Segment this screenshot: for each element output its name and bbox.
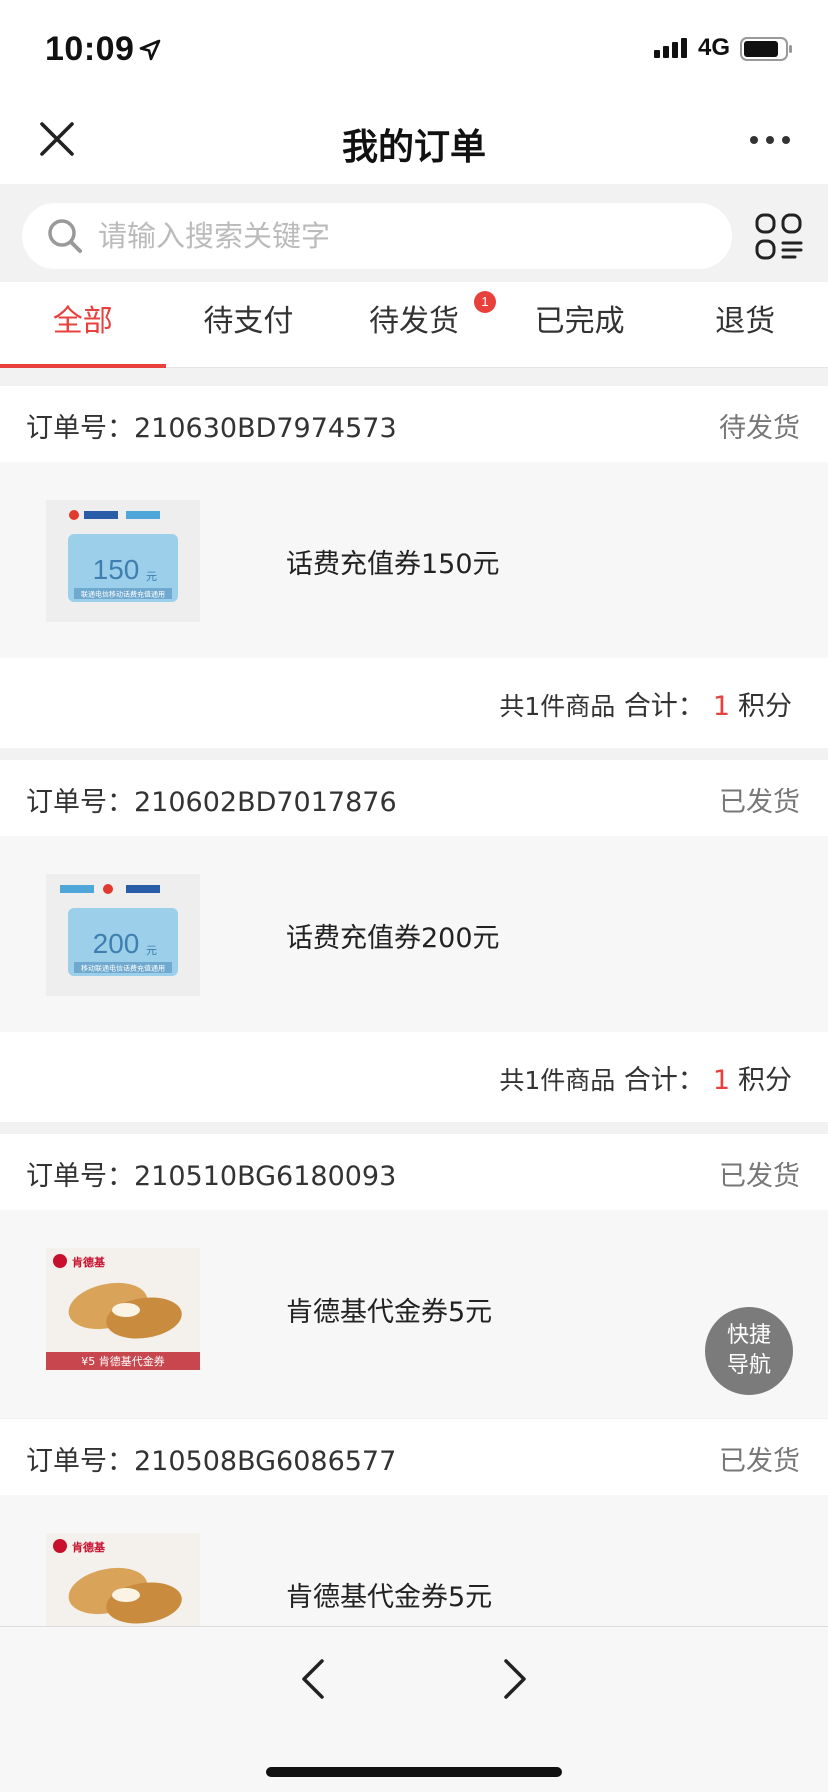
search-icon	[48, 219, 82, 253]
order-status: 已发货	[719, 1161, 800, 1192]
more-icon[interactable]	[748, 132, 792, 148]
quick-nav-line2: 导航	[726, 1353, 771, 1378]
order-item[interactable]: 肯德基 ¥5 肯德基代金券 肯德基代金券5元	[0, 1210, 828, 1418]
quick-nav-button[interactable]: 快捷 导航	[705, 1307, 793, 1395]
thumb-brand: 肯德基	[72, 1540, 106, 1554]
tab-pending-payment[interactable]: 待支付	[166, 282, 332, 367]
order-number: 订单号：210510BG6180093	[26, 1161, 397, 1192]
order-header: 订单号：210602BD7017876 已发货	[0, 760, 828, 836]
order-summary: 共1件商品 合计： 1 积分	[0, 1032, 828, 1122]
thumb-brand: 肯德基	[72, 1255, 106, 1269]
nav-bar: 我的订单	[0, 96, 828, 184]
order-item[interactable]: 200 元 移动联通电信话费充值通用 话费充值券200元	[0, 836, 828, 1032]
battery-icon	[740, 37, 792, 61]
pending-shipment-badge: 1	[474, 291, 496, 313]
search-input[interactable]	[98, 203, 708, 269]
tab-pending-shipment[interactable]: 待发货	[331, 282, 497, 367]
order-header: 订单号：210508BG6086577 已发货	[0, 1419, 828, 1495]
quick-nav-line1: 快捷	[726, 1323, 771, 1348]
product-name: 肯德基代金券5元	[286, 1582, 493, 1613]
order-card[interactable]: 订单号：210602BD7017876 已发货 200 元 移动联通电信话费充值…	[0, 760, 828, 1122]
product-thumbnail: 肯德基 ¥5 肯德基代金券	[46, 1248, 200, 1370]
product-thumbnail: 200 元 移动联通电信话费充值通用	[46, 874, 200, 996]
total-amount: 1	[712, 1065, 730, 1096]
order-status: 待发货	[719, 413, 800, 444]
total-amount: 1	[712, 691, 730, 722]
status-bar: 10:09 4G	[0, 0, 828, 96]
order-header: 订单号：210510BG6180093 已发货	[0, 1134, 828, 1210]
order-header: 订单号：210630BD7974573 待发货	[0, 386, 828, 462]
network-label: 4G	[698, 34, 731, 61]
order-number: 订单号：210508BG6086577	[26, 1446, 397, 1477]
bottom-nav-bar	[0, 1626, 828, 1792]
tab-completed[interactable]: 已完成	[497, 282, 663, 367]
forward-arrow-icon[interactable]	[500, 1657, 530, 1701]
home-indicator[interactable]	[266, 1767, 562, 1777]
item-count: 共1件商品	[499, 1066, 616, 1095]
page-title: 我的订单	[341, 126, 486, 167]
thumb-value: 200	[93, 928, 140, 959]
back-arrow-icon[interactable]	[298, 1657, 328, 1701]
thumb-unit: 元	[146, 944, 157, 957]
search-box[interactable]	[22, 203, 732, 269]
order-tabs: 全部 待支付 待发货 已完成 退货	[0, 282, 828, 368]
location-arrow-icon	[139, 39, 161, 61]
thumb-caption: 联通电信移动话费充值通用	[81, 590, 165, 599]
order-summary: 共1件商品 合计： 1 积分	[0, 658, 828, 748]
order-status: 已发货	[719, 787, 800, 818]
order-status: 已发货	[719, 1446, 800, 1477]
tab-returns[interactable]: 退货	[662, 282, 828, 367]
total-unit: 积分	[738, 1065, 792, 1096]
layout-toggle-icon[interactable]	[754, 212, 804, 262]
thumb-caption: ¥5 肯德基代金券	[81, 1354, 165, 1368]
status-time: 10:09	[45, 30, 135, 68]
product-name: 话费充值券200元	[286, 923, 500, 954]
order-card[interactable]: 订单号：210630BD7974573 待发货 150 元 联通电信移动话费充值…	[0, 386, 828, 748]
product-thumbnail: 150 元 联通电信移动话费充值通用	[46, 500, 200, 622]
total-label: 合计：	[623, 691, 705, 722]
order-item[interactable]: 150 元 联通电信移动话费充值通用 话费充值券150元	[0, 462, 828, 658]
order-card[interactable]: 订单号：210510BG6180093 已发货 肯德基 ¥5 肯德基代金券 肯德…	[0, 1134, 828, 1418]
order-number: 订单号：210630BD7974573	[26, 413, 397, 444]
product-name: 话费充值券150元	[286, 549, 500, 580]
total-unit: 积分	[738, 691, 792, 722]
total-label: 合计：	[623, 1065, 705, 1096]
product-name: 肯德基代金券5元	[286, 1297, 493, 1328]
thumb-caption: 移动联通电信话费充值通用	[81, 964, 165, 973]
thumb-unit: 元	[146, 570, 157, 583]
order-number: 订单号：210602BD7017876	[26, 787, 397, 818]
signal-icon	[654, 38, 687, 58]
search-area	[0, 184, 828, 282]
thumb-value: 150	[93, 554, 140, 585]
item-count: 共1件商品	[499, 692, 616, 721]
tab-all[interactable]: 全部	[0, 282, 166, 368]
